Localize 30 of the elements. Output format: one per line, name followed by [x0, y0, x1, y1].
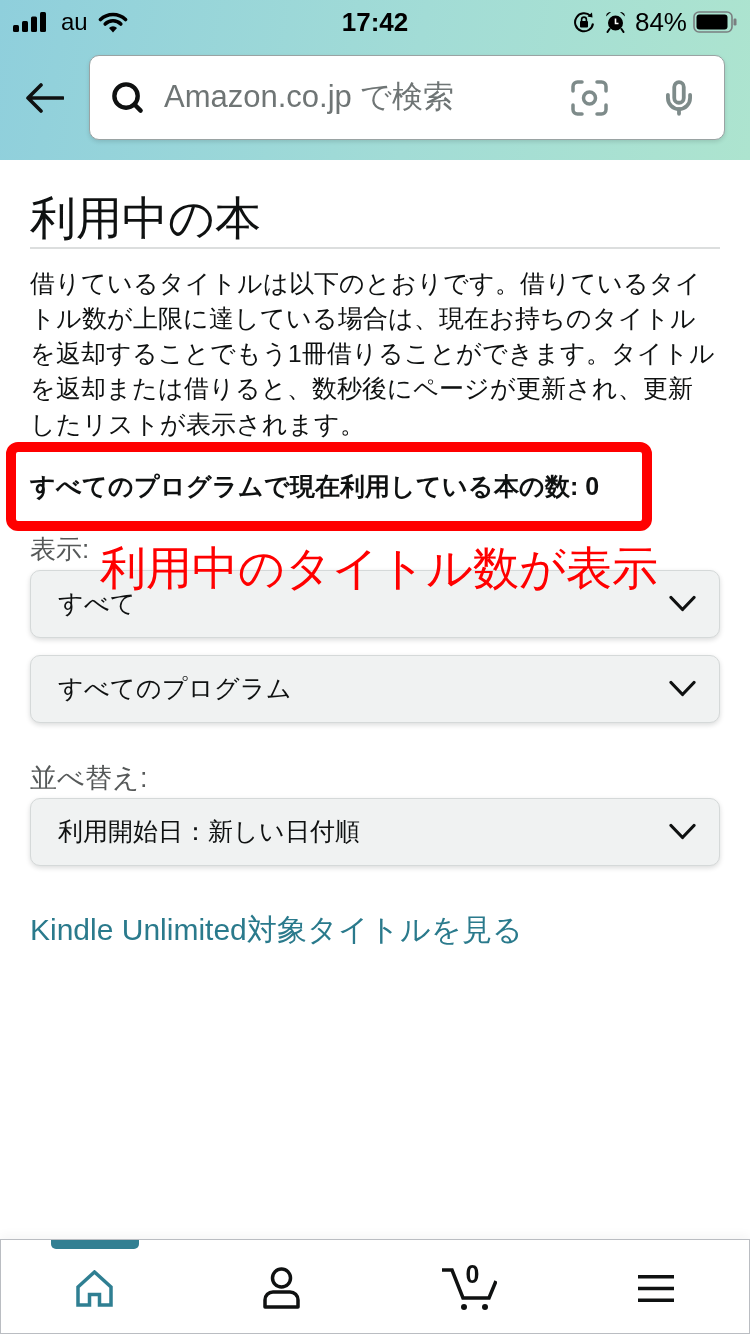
chevron-down-icon — [669, 680, 696, 698]
search-input[interactable]: Amazon.co.jp で検索 — [164, 75, 571, 120]
menu-icon — [637, 1274, 674, 1302]
search-field[interactable]: Amazon.co.jp で検索 — [89, 55, 725, 140]
person-icon — [263, 1267, 300, 1309]
alarm-clock-icon — [604, 11, 626, 33]
home-icon — [76, 1269, 113, 1307]
sort-label: 並べ替え: — [30, 763, 148, 793]
signal-icon — [13, 12, 46, 32]
description-text: 借りているタイトルは以下のとおりです。借りているタイトル数が上限に達している場合は、現在お持ちのタイトルを返却することでもう1冊借りることができます。タイトルを返却または借りると、数秒後にページが更新され、更新したリストが表示されます。 — [30, 268, 716, 440]
cart-count: 0 — [465, 1262, 480, 1287]
sort-dropdown[interactable]: 利用開始日：新しい日付順 — [30, 798, 720, 866]
battery-percentage: 84% — [634, 9, 687, 35]
page-title: 利用中の本 — [30, 191, 261, 245]
display-label: 表示: — [30, 534, 90, 564]
camera-scan-icon[interactable] — [571, 79, 608, 116]
clock-time: 17:42 — [341, 9, 409, 35]
books-in-use-count: すべてのプログラムで現在利用している本の数: 0 — [30, 471, 601, 502]
chevron-down-icon — [669, 595, 696, 613]
cart-tab[interactable]: 0 — [375, 1240, 562, 1333]
filter-dropdown[interactable]: すべてのプログラム — [30, 655, 720, 723]
chevron-down-icon — [669, 823, 696, 841]
search-icon — [110, 80, 145, 115]
kindle-unlimited-link[interactable]: Kindle Unlimited対象タイトルを見る — [30, 912, 523, 948]
rotation-lock-icon — [572, 11, 595, 33]
back-arrow-icon[interactable] — [25, 82, 64, 113]
cart-icon — [440, 1265, 497, 1311]
battery-icon — [693, 11, 737, 33]
wifi-icon — [97, 11, 128, 33]
carrier-name: au — [61, 10, 88, 34]
